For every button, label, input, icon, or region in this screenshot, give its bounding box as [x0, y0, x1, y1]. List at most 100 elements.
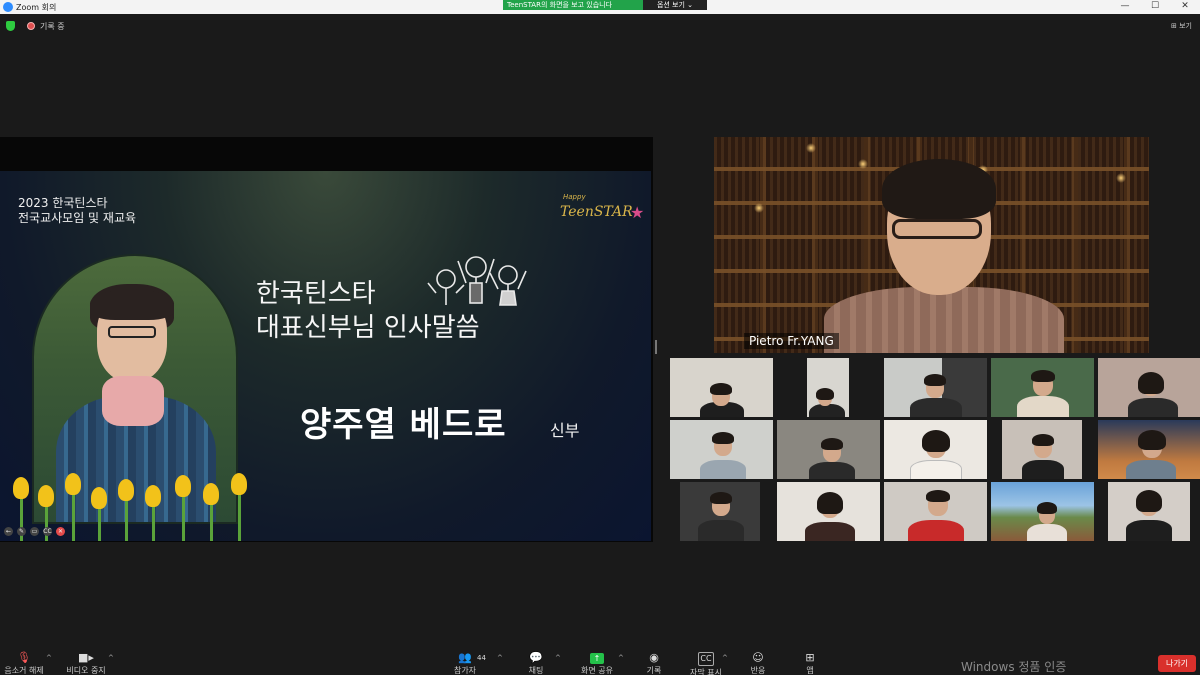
speaker-name-title: 양주열 베드로: [300, 405, 507, 445]
maximize-button[interactable]: ☐: [1140, 0, 1170, 14]
unmute-button[interactable]: 🎙 음소거 해제: [2, 652, 46, 675]
view-button[interactable]: ⊞ 보기: [1171, 21, 1192, 31]
slides-icon[interactable]: ▭: [30, 527, 39, 536]
children-doodle-icon: [427, 256, 527, 306]
view-label: 보기: [1179, 22, 1192, 30]
event-title-line2: 전국교사모임 및 재교육: [18, 211, 137, 225]
share-screen-icon: ↑: [590, 653, 604, 664]
participant-video-tile[interactable]: [1002, 420, 1082, 479]
participant-video-tile[interactable]: [670, 420, 773, 479]
share-screen-button[interactable]: ↑ 화면 공유: [575, 652, 619, 675]
participant-hair: [924, 374, 946, 386]
participant-hair: [821, 438, 843, 450]
participant-video-tile[interactable]: [777, 482, 880, 541]
captions-icon[interactable]: CC: [43, 527, 52, 536]
screen-share-banner: TeenSTAR의 화면을 보고 있습니다 옵션 보기 ⌄: [503, 0, 707, 10]
participant-torso: [910, 398, 962, 417]
participant-hair: [816, 388, 834, 400]
shared-screen[interactable]: 2023 한국틴스타 전국교사모임 및 재교육 Happy TeenSTAR ★…: [0, 137, 653, 542]
share-screen-label: 화면 공유: [581, 666, 613, 675]
tulip: [38, 485, 54, 507]
view-options-button[interactable]: 옵션 보기 ⌄: [643, 0, 707, 10]
participant-hair: [926, 490, 950, 502]
tulip: [13, 477, 29, 499]
audio-options-caret-icon[interactable]: ^: [46, 654, 52, 662]
record-icon: ◉: [649, 651, 659, 664]
participant-torso: [700, 460, 746, 479]
participant-hair: [1136, 490, 1162, 512]
participant-torso: [1017, 396, 1069, 417]
participants-label: 참가자: [453, 666, 477, 675]
reactions-button[interactable]: ☺ 반응: [736, 652, 780, 675]
lamp-light: [858, 159, 868, 169]
participant-hair: [922, 430, 950, 452]
leave-meeting-button[interactable]: 나가기: [1158, 655, 1196, 672]
tulip: [231, 473, 247, 495]
stop-video-button[interactable]: ■▸ 비디오 중지: [64, 652, 108, 675]
share-screen-icon-wrap: ↑: [575, 652, 619, 664]
shield-icon[interactable]: [6, 21, 15, 31]
presentation-slide: 2023 한국틴스타 전국교사모임 및 재교육 Happy TeenSTAR ★…: [0, 171, 651, 541]
event-title-line1: 2023 한국틴스타: [18, 196, 108, 210]
mic-muted-icon: 🎙: [17, 651, 31, 664]
tulip: [91, 487, 107, 509]
close-window-button[interactable]: ✕: [1170, 0, 1200, 14]
participant-video-tile[interactable]: [991, 482, 1094, 541]
active-speaker-video[interactable]: Pietro Fr.YANG: [714, 137, 1149, 353]
windows-activation-watermark: Windows 정품 인증: [961, 660, 1067, 674]
participant-torso: [1126, 460, 1176, 479]
participants-options-caret-icon[interactable]: ^: [497, 654, 503, 662]
close-slide-icon[interactable]: ✕: [56, 527, 65, 536]
zoom-window: Zoom 회의 TeenSTAR의 화면을 보고 있습니다 옵션 보기 ⌄ — …: [0, 0, 1200, 675]
participant-video-tile[interactable]: [1098, 420, 1200, 479]
participant-video-tile[interactable]: [670, 358, 773, 417]
participant-video-tile[interactable]: [1108, 482, 1190, 541]
show-captions-label: 자막 표시: [690, 668, 722, 675]
zoom-logo-icon: [3, 2, 13, 12]
apps-grid-icon: ⊞: [805, 651, 815, 664]
video-options-caret-icon[interactable]: ^: [108, 654, 114, 662]
participant-video-tile[interactable]: [991, 358, 1094, 417]
participant-video-tile[interactable]: [777, 420, 880, 479]
share-options-caret-icon[interactable]: ^: [618, 654, 624, 662]
participant-video-tile[interactable]: [680, 482, 760, 541]
lamp-light: [806, 143, 816, 153]
participant-hair: [1138, 430, 1166, 450]
tulip-stem: [182, 491, 185, 541]
chat-options-caret-icon[interactable]: ^: [555, 654, 561, 662]
participant-hair: [1037, 502, 1057, 514]
record-button[interactable]: ◉ 기록: [632, 652, 676, 675]
participant-hair: [1031, 370, 1055, 382]
participant-video-tile[interactable]: [884, 482, 987, 541]
chat-button[interactable]: 💬 채팅: [514, 652, 558, 675]
split-view-handle[interactable]: [655, 340, 657, 354]
previous-slide-icon[interactable]: ←: [4, 527, 13, 536]
participant-video-tile[interactable]: [777, 358, 880, 417]
lamp-light: [1116, 173, 1126, 183]
active-speaker-name: Pietro Fr.YANG: [744, 333, 839, 349]
stop-video-label: 비디오 중지: [66, 666, 106, 675]
speaker-hair: [882, 159, 996, 219]
tulip: [145, 485, 161, 507]
participant-torso: [1126, 520, 1172, 541]
participant-hair: [1032, 434, 1054, 446]
photo-glasses: [108, 326, 156, 338]
window-controls: — ☐ ✕: [1110, 0, 1200, 14]
video-camera-icon: ■▸: [78, 651, 94, 664]
participant-video-tile[interactable]: [884, 358, 987, 417]
pen-icon[interactable]: ✎: [17, 527, 26, 536]
speaker-body: [824, 287, 1064, 353]
apps-button[interactable]: ⊞ 앱: [788, 652, 832, 675]
participant-torso: [1128, 398, 1178, 417]
participant-hair: [817, 492, 843, 514]
participant-hair: [712, 432, 734, 444]
participant-torso: [809, 404, 845, 417]
minimize-button[interactable]: —: [1110, 0, 1140, 14]
unmute-label: 음소거 해제: [4, 666, 44, 675]
participant-torso: [1027, 524, 1067, 541]
meeting-info-bar: 기록 중 ⊞ 보기: [0, 18, 1200, 34]
speaker-title-suffix: 신부: [550, 421, 580, 440]
participant-video-tile[interactable]: [884, 420, 987, 479]
participant-video-tile[interactable]: [1098, 358, 1200, 417]
captions-options-caret-icon[interactable]: ^: [722, 654, 728, 662]
